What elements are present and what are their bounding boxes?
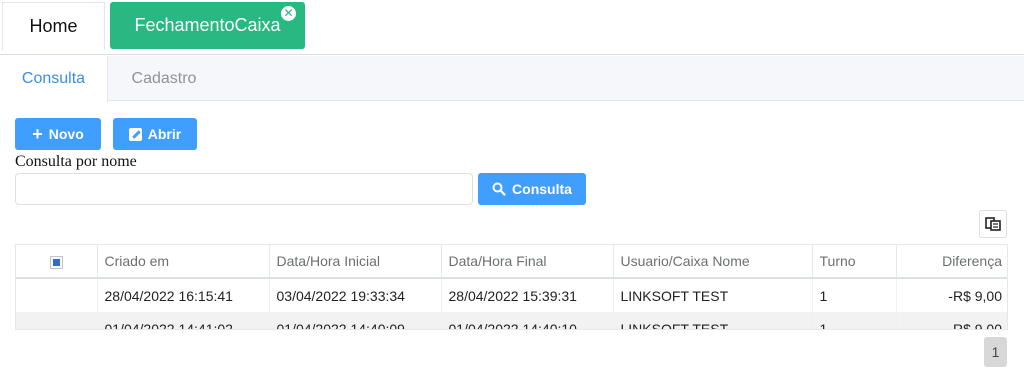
- tab-fechamento-caixa[interactable]: FechamentoCaixa ✕: [110, 2, 305, 49]
- columns-icon: [985, 217, 1001, 231]
- row-select-cell[interactable]: [16, 312, 98, 329]
- column-header-turno[interactable]: Turno: [812, 245, 897, 279]
- cell-turno: 1: [812, 278, 897, 312]
- consulta-button-label: Consulta: [512, 181, 572, 197]
- table-header-row: Criado em Data/Hora Inicial Data/Hora Fi…: [16, 245, 1007, 279]
- tab-fechamento-caixa-label: FechamentoCaixa: [134, 15, 281, 35]
- tab-home[interactable]: Home: [2, 2, 105, 50]
- column-header-diferenca[interactable]: Diferença: [896, 245, 1007, 279]
- column-header-data-hora-inicial[interactable]: Data/Hora Inicial: [269, 245, 442, 279]
- consulta-button[interactable]: Consulta: [478, 173, 586, 205]
- plus-icon: +: [32, 124, 43, 144]
- cell-data-hora-inicial: 01/04/2022 14:40:09: [269, 312, 442, 329]
- cell-diferenca: R$ 9,00: [896, 312, 1007, 329]
- pagination-page-button[interactable]: 1: [984, 337, 1007, 367]
- select-all-checkbox[interactable]: [49, 255, 63, 269]
- novo-button[interactable]: + Novo: [15, 118, 101, 150]
- column-header-criado-em[interactable]: Criado em: [97, 245, 270, 279]
- edit-icon: [128, 127, 142, 141]
- cell-usuario-caixa-nome: LINKSOFT TEST: [613, 312, 813, 329]
- cell-data-hora-inicial: 03/04/2022 19:33:34: [269, 278, 442, 312]
- abrir-button[interactable]: Abrir: [113, 118, 197, 150]
- row-select-cell[interactable]: [16, 278, 98, 312]
- select-all-cell[interactable]: [16, 245, 98, 279]
- table-row[interactable]: 28/04/2022 16:15:41 03/04/2022 19:33:34 …: [16, 278, 1007, 312]
- close-icon[interactable]: ✕: [281, 6, 296, 21]
- search-label: Consulta por nome: [15, 153, 137, 170]
- cell-diferenca: -R$ 9,00: [948, 287, 1002, 304]
- search-icon: [492, 182, 506, 196]
- top-tab-bar: Home FechamentoCaixa ✕: [0, 0, 1024, 55]
- subtab-consulta[interactable]: Consulta: [0, 56, 108, 102]
- subtab-cadastro[interactable]: Cadastro: [108, 56, 220, 101]
- subtab-consulta-label: Consulta: [21, 70, 86, 87]
- abrir-button-label: Abrir: [147, 126, 182, 142]
- cell-criado-em: 28/04/2022 16:15:41: [97, 278, 270, 312]
- cell-data-hora-final: 28/04/2022 15:39:31: [441, 278, 614, 312]
- search-input[interactable]: [15, 173, 473, 205]
- subtab-cadastro-label: Cadastro: [131, 69, 197, 87]
- cell-data-hora-final: 01/04/2022 14:40:10: [441, 312, 614, 329]
- results-table: Criado em Data/Hora Inicial Data/Hora Fi…: [15, 244, 1008, 330]
- novo-button-label: Novo: [48, 126, 84, 142]
- table-row[interactable]: 01/04/2022 14:41:02 01/04/2022 14:40:09 …: [16, 312, 1007, 329]
- subtab-bar: Consulta Cadastro: [0, 56, 1024, 102]
- column-header-data-hora-final[interactable]: Data/Hora Final: [441, 245, 614, 279]
- columns-toggle-button[interactable]: [979, 210, 1007, 238]
- cell-criado-em: 01/04/2022 14:41:02: [97, 312, 270, 329]
- column-header-usuario-caixa-nome[interactable]: Usuario/Caixa Nome: [613, 245, 813, 279]
- tab-home-label: Home: [29, 16, 78, 36]
- cell-usuario-caixa-nome: LINKSOFT TEST: [613, 278, 813, 312]
- cell-turno: 1: [812, 312, 897, 329]
